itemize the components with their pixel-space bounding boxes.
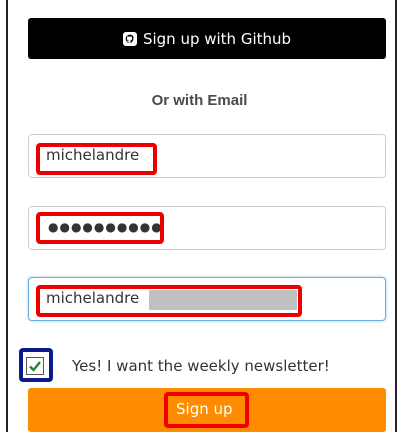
signup-form: Sign up with Github Or with Email michel…	[0, 0, 399, 432]
username-input[interactable]: michelandre	[28, 134, 386, 178]
frame-border-right	[395, 0, 397, 432]
newsletter-checkbox[interactable]	[26, 357, 44, 375]
signup-label: Sign up	[176, 400, 233, 418]
email-input[interactable]: michelandre	[28, 277, 386, 321]
check-icon	[29, 361, 41, 372]
password-value: ●●●●●●●●●●	[48, 220, 163, 234]
password-input[interactable]: ●●●●●●●●●●	[28, 206, 386, 250]
or-with-email-heading: Or with Email	[151, 92, 248, 109]
email-value: michelandre	[46, 289, 140, 307]
newsletter-label: Yes! I want the weekly newsletter!	[72, 357, 330, 375]
github-icon	[122, 31, 137, 46]
github-signup-button[interactable]: Sign up with Github	[28, 18, 386, 59]
username-value: michelandre	[46, 146, 140, 164]
email-selection	[149, 290, 297, 310]
github-signup-label: Sign up with Github	[142, 29, 292, 48]
frame-border-left	[6, 0, 8, 432]
